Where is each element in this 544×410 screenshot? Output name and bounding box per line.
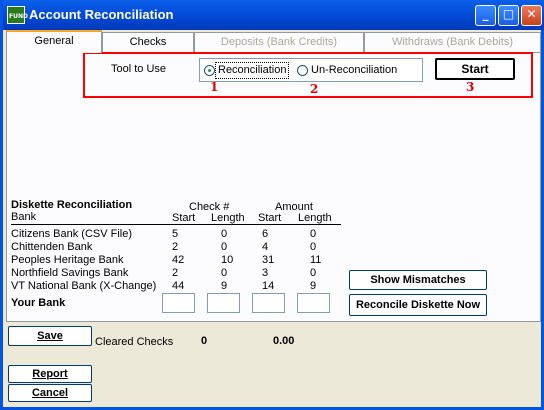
callout-2: 2 [310, 82, 319, 96]
amount-length-header: Length [298, 212, 332, 224]
app-icon: FUND [7, 6, 28, 24]
your-bank-amount-start-input[interactable] [252, 293, 285, 313]
show-mismatches-button[interactable]: Show Mismatches [349, 270, 487, 290]
tab-withdraws: Withdraws (Bank Debits) [364, 32, 541, 52]
reconciliation-radio[interactable] [204, 65, 215, 76]
tab-strip: General Checks Deposits (Bank Credits) W… [6, 30, 541, 53]
check-start-value: 42 [172, 254, 185, 266]
close-icon: ✕ [526, 7, 537, 21]
diskette-section-title: Diskette Reconciliation [11, 199, 133, 211]
header-divider [11, 224, 341, 225]
maximize-icon: □ [502, 7, 515, 21]
report-button[interactable]: Report [8, 365, 92, 383]
window-title: Account Reconciliation [29, 7, 174, 22]
check-length-value: 0 [221, 267, 228, 279]
check-length-header: Length [211, 212, 245, 224]
cleared-checks-count: 0 [201, 335, 208, 347]
bank-column-header: Bank [11, 211, 37, 223]
your-bank-amount-length-input[interactable] [297, 293, 330, 313]
account-reconciliation-window: FUND Account Reconciliation _ □ ✕ Genera… [0, 0, 544, 410]
bank-name: Peoples Heritage Bank [11, 254, 124, 266]
amount-length-value: 0 [310, 228, 317, 240]
your-bank-label: Your Bank [11, 297, 66, 309]
amount-start-header: Start [258, 212, 282, 224]
save-button[interactable]: Save [8, 326, 92, 346]
bank-name: VT National Bank (X-Change) [11, 280, 157, 292]
start-button[interactable]: Start [435, 58, 515, 80]
amount-length-value: 0 [310, 241, 317, 253]
app-icon-label: FUND [9, 13, 28, 20]
un-reconciliation-option-label[interactable]: Un-Reconciliation [311, 64, 397, 76]
check-start-header: Start [172, 212, 196, 224]
tab-checks[interactable]: Checks [102, 32, 194, 52]
amount-start-value: 3 [262, 267, 269, 279]
tool-to-use-label: Tool to Use [111, 63, 167, 75]
bank-name: Citizens Bank (CSV File) [11, 228, 133, 240]
un-reconciliation-radio[interactable] [297, 65, 308, 76]
your-bank-check-start-input[interactable] [162, 293, 195, 313]
bank-name: Chittenden Bank [11, 241, 93, 253]
amount-length-value: 9 [310, 280, 317, 292]
title-bar[interactable]: FUND Account Reconciliation _ □ ✕ [3, 0, 544, 30]
amount-start-value: 14 [262, 280, 275, 292]
amount-start-value: 31 [262, 254, 275, 266]
cleared-checks-amount: 0.00 [273, 335, 295, 347]
your-bank-check-length-input[interactable] [207, 293, 240, 313]
check-start-value: 2 [172, 241, 179, 253]
amount-start-value: 4 [262, 241, 269, 253]
cancel-button[interactable]: Cancel [8, 384, 92, 402]
check-length-value: 0 [221, 228, 228, 240]
callout-3: 3 [466, 80, 475, 94]
reconcile-diskette-now-button[interactable]: Reconcile Diskette Now [349, 294, 487, 316]
minimize-icon: _ [482, 7, 489, 21]
check-start-value: 5 [172, 228, 179, 240]
check-length-value: 0 [221, 241, 228, 253]
amount-start-value: 6 [262, 228, 269, 240]
callout-1: 1 [210, 80, 219, 94]
amount-length-value: 11 [310, 254, 322, 266]
bank-name: Northfield Savings Bank [11, 267, 129, 279]
close-button[interactable]: ✕ [521, 5, 542, 26]
check-length-value: 9 [221, 280, 228, 292]
amount-length-value: 0 [310, 267, 317, 279]
cleared-checks-label: Cleared Checks [95, 336, 174, 348]
tab-general[interactable]: General [6, 30, 102, 53]
reconciliation-option-label[interactable]: Reconciliation [218, 64, 286, 76]
check-start-value: 2 [172, 267, 179, 279]
tab-deposits: Deposits (Bank Credits) [194, 32, 364, 52]
minimize-button[interactable]: _ [475, 5, 496, 26]
check-length-value: 10 [221, 254, 234, 266]
maximize-button[interactable]: □ [498, 5, 519, 26]
check-start-value: 44 [172, 280, 185, 292]
